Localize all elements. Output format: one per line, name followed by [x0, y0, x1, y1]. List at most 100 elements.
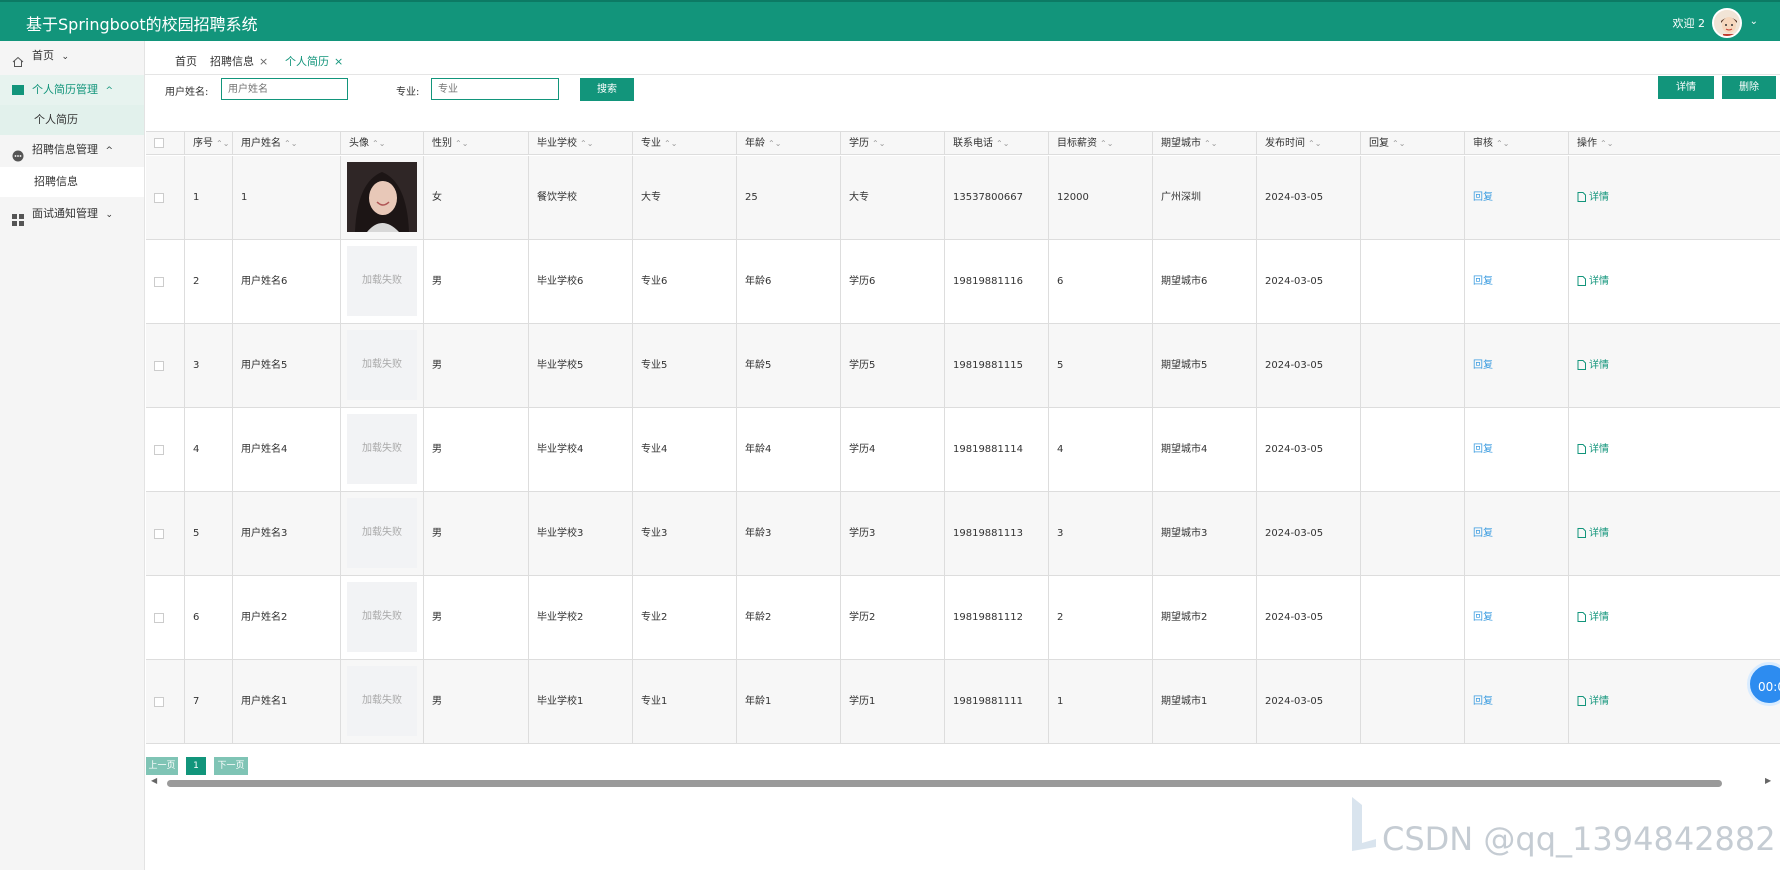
row-select-cell [146, 576, 184, 660]
column-header[interactable]: 专业 ⌃⌄ [632, 132, 736, 155]
tab-label: 首页 [175, 55, 197, 68]
cell-salary: 2 [1048, 576, 1152, 660]
detail-link[interactable]: 详情 [1589, 612, 1609, 623]
user-avatar[interactable] [1712, 8, 1742, 38]
detail-link[interactable]: 详情 [1589, 192, 1609, 203]
tab-resume[interactable]: 个人简历 × [285, 53, 343, 69]
sidebar-item-recruit-management[interactable]: 招聘信息管理 ^ [0, 135, 144, 165]
sort-icon[interactable]: ⌃⌄ [664, 139, 677, 148]
sort-icon[interactable]: ⌃⌄ [372, 139, 385, 148]
sort-icon[interactable]: ⌃⌄ [1392, 139, 1405, 148]
sort-icon[interactable]: ⌃⌄ [216, 139, 229, 148]
scroll-left-icon[interactable]: ◀ [151, 776, 157, 785]
reply-link[interactable]: 回复 [1473, 192, 1493, 203]
sidebar-item-interview-management[interactable]: 面试通知管理 ⌄ [0, 199, 144, 229]
sort-icon[interactable]: ⌃⌄ [872, 139, 885, 148]
reply-link[interactable]: 回复 [1473, 444, 1493, 455]
column-header[interactable]: 目标薪资 ⌃⌄ [1048, 132, 1152, 155]
sidebar-item-recruit-info[interactable]: 招聘信息 [0, 167, 144, 197]
sort-icon[interactable]: ⌃⌄ [996, 139, 1009, 148]
major-input[interactable] [431, 78, 559, 100]
sort-icon[interactable]: ⌃⌄ [1496, 139, 1509, 148]
sidebar-item-resume-management[interactable]: 个人简历管理 ^ [0, 75, 144, 105]
username-input[interactable] [221, 78, 348, 100]
row-checkbox[interactable] [154, 193, 164, 203]
cell-audit: 回复 [1464, 408, 1568, 492]
column-header[interactable]: 毕业学校 ⌃⌄ [528, 132, 632, 155]
close-icon[interactable]: × [259, 55, 268, 68]
cell-city: 期望城市1 [1152, 660, 1256, 744]
row-checkbox[interactable] [154, 445, 164, 455]
column-header[interactable]: 联系电话 ⌃⌄ [944, 132, 1048, 155]
row-select-cell [146, 324, 184, 408]
detail-button[interactable]: 详情 [1658, 76, 1714, 99]
column-header[interactable]: 性别 ⌃⌄ [423, 132, 528, 155]
row-select-cell [146, 156, 184, 240]
reply-link[interactable]: 回复 [1473, 528, 1493, 539]
row-checkbox[interactable] [154, 613, 164, 623]
sort-icon[interactable]: ⌃⌄ [284, 139, 297, 148]
sort-icon[interactable]: ⌃⌄ [1204, 139, 1217, 148]
prev-page-button[interactable]: 上一页 [146, 757, 178, 775]
sort-icon[interactable]: ⌃⌄ [1100, 139, 1113, 148]
close-icon[interactable]: × [334, 55, 343, 68]
cell-operation: 详情 [1568, 324, 1780, 408]
sidebar-item-resume[interactable]: 个人简历 [0, 105, 144, 135]
cell-city: 期望城市6 [1152, 240, 1256, 324]
cell-name: 用户姓名4 [232, 408, 340, 492]
reply-link[interactable]: 回复 [1473, 360, 1493, 371]
detail-link[interactable]: 详情 [1589, 696, 1609, 707]
column-header[interactable]: 操作 ⌃⌄ [1568, 132, 1780, 155]
document-icon [1577, 612, 1589, 623]
detail-link[interactable]: 详情 [1589, 276, 1609, 287]
select-all-checkbox[interactable] [154, 138, 164, 148]
cell-operation: 详情 [1568, 156, 1780, 240]
cell-reply [1360, 660, 1464, 744]
column-header[interactable]: 期望城市 ⌃⌄ [1152, 132, 1256, 155]
row-checkbox[interactable] [154, 529, 164, 539]
cell-edu: 学历1 [840, 660, 944, 744]
user-menu-chevron-icon[interactable]: ⌄ [1750, 16, 1758, 27]
avatar-face-icon [1714, 10, 1740, 36]
detail-link[interactable]: 详情 [1589, 528, 1609, 539]
sidebar-item-home[interactable]: 首页 ⌄ [0, 41, 144, 71]
cell-edu: 大专 [840, 156, 944, 240]
scrollbar-thumb[interactable] [167, 780, 1722, 787]
column-header[interactable]: 回复 ⌃⌄ [1360, 132, 1464, 155]
search-button[interactable]: 搜索 [580, 78, 634, 101]
reply-link[interactable]: 回复 [1473, 696, 1493, 707]
app-title: 基于Springboot的校园招聘系统 [26, 15, 258, 34]
next-page-button[interactable]: 下一页 [214, 757, 248, 775]
column-header[interactable]: 学历 ⌃⌄ [840, 132, 944, 155]
tab-home[interactable]: 首页 [175, 53, 197, 69]
avatar-cell: 加载失败 [340, 660, 423, 744]
column-header[interactable]: 用户姓名 ⌃⌄ [232, 132, 340, 155]
delete-button[interactable]: 删除 [1722, 76, 1776, 99]
reply-link[interactable]: 回复 [1473, 612, 1493, 623]
sort-icon[interactable]: ⌃⌄ [580, 139, 593, 148]
cell-phone: 19819881116 [944, 240, 1048, 324]
row-checkbox[interactable] [154, 697, 164, 707]
scroll-right-icon[interactable]: ▶ [1765, 776, 1771, 785]
sort-icon[interactable]: ⌃⌄ [1600, 139, 1613, 148]
column-header[interactable]: 头像 ⌃⌄ [340, 132, 423, 155]
page-1-button[interactable]: 1 [186, 757, 206, 775]
cell-city: 广州深圳 [1152, 156, 1256, 240]
column-header[interactable]: 审核 ⌃⌄ [1464, 132, 1568, 155]
cell-reply [1360, 576, 1464, 660]
top-bar: 基于Springboot的校园招聘系统 欢迎 2 ⌄ [0, 0, 1780, 41]
tab-recruit-info[interactable]: 招聘信息 × [210, 53, 268, 69]
row-checkbox[interactable] [154, 361, 164, 371]
row-checkbox[interactable] [154, 277, 164, 287]
reply-link[interactable]: 回复 [1473, 276, 1493, 287]
detail-link[interactable]: 详情 [1589, 444, 1609, 455]
column-header[interactable]: 发布时间 ⌃⌄ [1256, 132, 1360, 155]
sort-icon[interactable]: ⌃⌄ [768, 139, 781, 148]
column-header[interactable]: 年龄 ⌃⌄ [736, 132, 840, 155]
cell-reply [1360, 324, 1464, 408]
sort-icon[interactable]: ⌃⌄ [455, 139, 468, 148]
sort-icon[interactable]: ⌃⌄ [1308, 139, 1321, 148]
column-header[interactable]: 序号 ⌃⌄ [184, 132, 232, 155]
detail-link[interactable]: 详情 [1589, 360, 1609, 371]
tab-bar: 首页 招聘信息 × 个人简历 × [145, 41, 1780, 75]
